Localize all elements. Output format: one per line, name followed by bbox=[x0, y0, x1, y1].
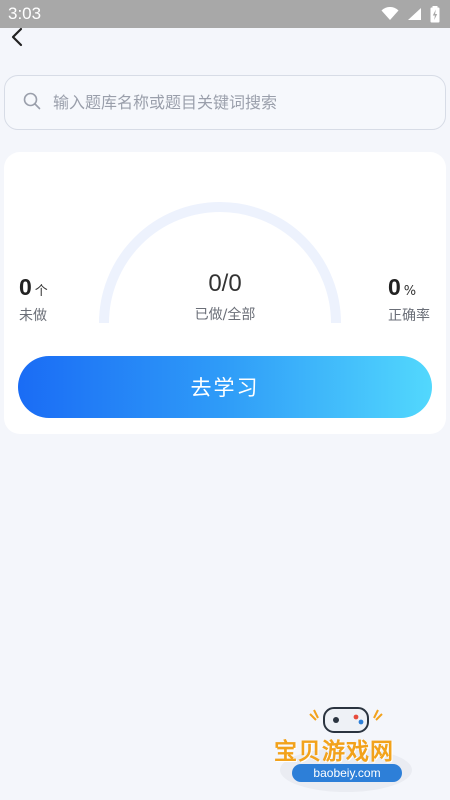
search-icon bbox=[23, 92, 41, 114]
status-bar: 3:03 bbox=[0, 0, 450, 28]
wifi-icon bbox=[381, 7, 399, 21]
status-time: 3:03 bbox=[8, 4, 42, 23]
search-input[interactable] bbox=[53, 93, 413, 112]
watermark-url: baobeiy.com bbox=[292, 764, 402, 782]
progress-label: 已做/全部 bbox=[194, 307, 256, 323]
chevron-left-icon bbox=[10, 27, 24, 51]
stats-card: 0 个 未做 0/0 已做/全部 0 % 正确率 去学习 bbox=[4, 152, 446, 434]
signal-icon bbox=[407, 7, 422, 21]
accuracy-label: 正确率 bbox=[388, 308, 430, 324]
progress-value: 0/0 bbox=[208, 270, 242, 297]
watermark-logo: 宝贝游戏网 baobeiy.com bbox=[266, 700, 426, 796]
accuracy-stat: 0 % 正确率 bbox=[388, 274, 430, 325]
battery-charging-icon bbox=[430, 5, 440, 23]
progress-stat: 0/0 已做/全部 bbox=[4, 270, 446, 324]
study-button[interactable]: 去学习 bbox=[18, 356, 432, 418]
search-box[interactable] bbox=[4, 75, 446, 130]
back-button[interactable] bbox=[4, 27, 30, 51]
accuracy-value: 0 bbox=[388, 274, 401, 300]
accuracy-unit: % bbox=[403, 284, 417, 299]
top-nav bbox=[0, 27, 450, 66]
watermark-title: 宝贝游戏网 bbox=[274, 739, 394, 765]
status-icons bbox=[381, 5, 440, 23]
